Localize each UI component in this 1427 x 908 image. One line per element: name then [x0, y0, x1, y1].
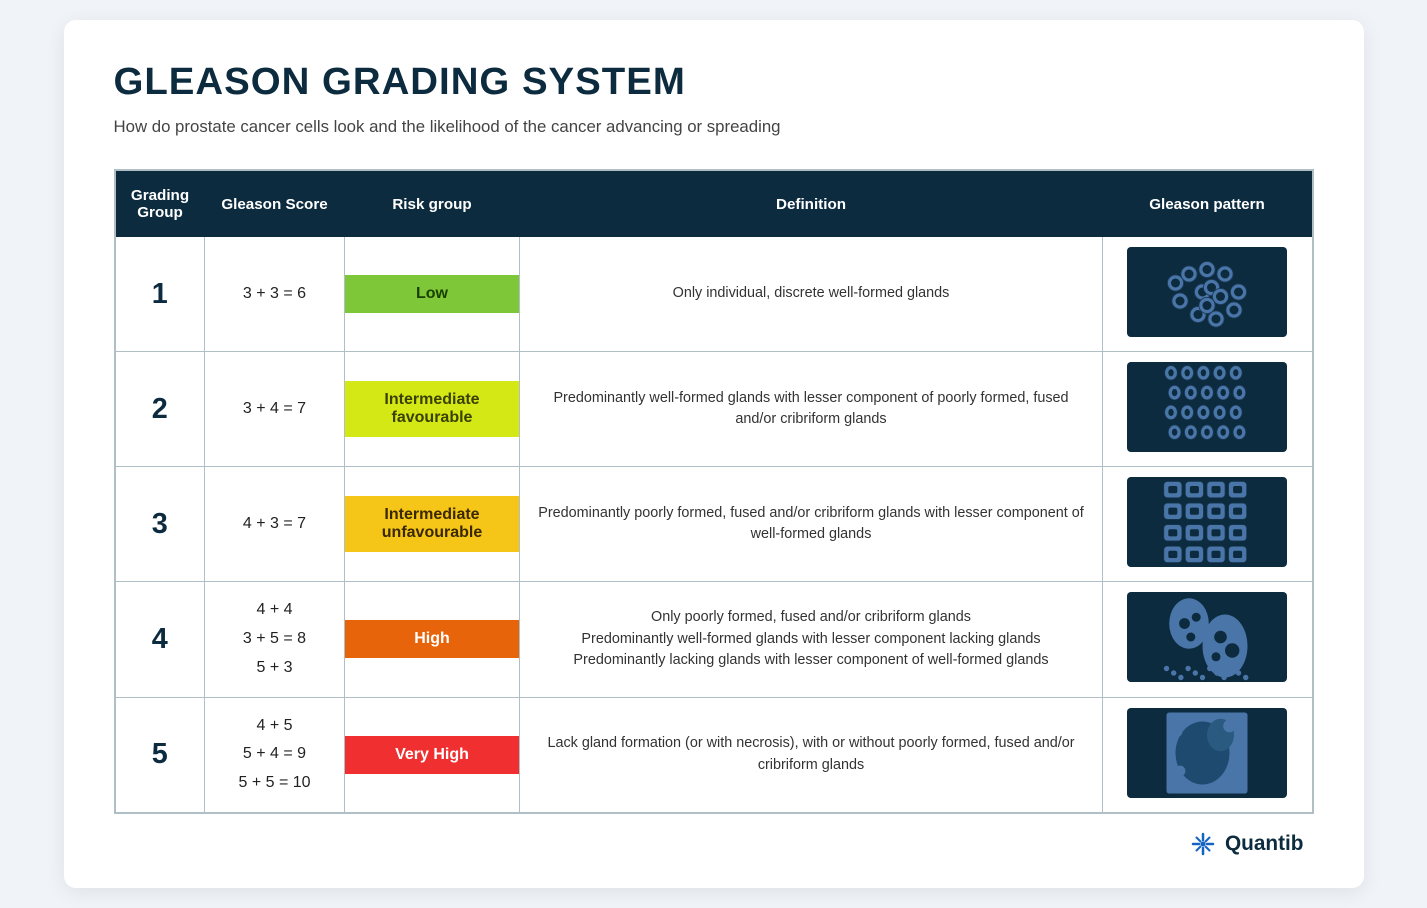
- footer: Quantib: [114, 830, 1314, 858]
- gleason-pattern: [1103, 467, 1313, 582]
- gleason-score: 3 + 4 = 7: [205, 352, 345, 467]
- definition: Lack gland formation (or with necrosis),…: [520, 697, 1103, 813]
- risk-group: Very High: [345, 697, 520, 813]
- table-row: 13 + 3 = 6LowOnly individual, discrete w…: [115, 237, 1313, 352]
- gleason-pattern: [1103, 237, 1313, 352]
- grading-group: 4: [115, 582, 205, 697]
- gleason-score: 4 + 3 = 7: [205, 467, 345, 582]
- definition: Predominantly well-formed glands with le…: [520, 352, 1103, 467]
- definition: Only individual, discrete well-formed gl…: [520, 237, 1103, 352]
- definition: Predominantly poorly formed, fused and/o…: [520, 467, 1103, 582]
- risk-group: Intermediate unfavourable: [345, 467, 520, 582]
- risk-group: Intermediate favourable: [345, 352, 520, 467]
- quantib-icon: [1189, 830, 1217, 858]
- definition: Only poorly formed, fused and/or cribrif…: [520, 582, 1103, 697]
- main-card: GLEASON GRADING SYSTEM How do prostate c…: [64, 20, 1364, 888]
- header-pattern: Gleason pattern: [1103, 170, 1313, 237]
- grading-group: 1: [115, 237, 205, 352]
- risk-group: Low: [345, 237, 520, 352]
- grading-group: 2: [115, 352, 205, 467]
- header-definition: Definition: [520, 170, 1103, 237]
- header-risk: Risk group: [345, 170, 520, 237]
- page-subtitle: How do prostate cancer cells look and th…: [114, 114, 794, 139]
- gleason-pattern: [1103, 582, 1313, 697]
- gleason-score: 4 + 43 + 5 = 85 + 3: [205, 582, 345, 697]
- grading-group: 5: [115, 697, 205, 813]
- gleason-score: 4 + 55 + 4 = 95 + 5 = 10: [205, 697, 345, 813]
- brand-name: Quantib: [1225, 832, 1304, 856]
- gleason-pattern: [1103, 352, 1313, 467]
- grading-table: Grading Group Gleason Score Risk group D…: [114, 169, 1314, 814]
- header-score: Gleason Score: [205, 170, 345, 237]
- grading-group: 3: [115, 467, 205, 582]
- brand-logo: Quantib: [1189, 830, 1304, 858]
- gleason-pattern: [1103, 697, 1313, 813]
- table-row: 44 + 43 + 5 = 85 + 3HighOnly poorly form…: [115, 582, 1313, 697]
- table-row: 54 + 55 + 4 = 95 + 5 = 10Very HighLack g…: [115, 697, 1313, 813]
- risk-group: High: [345, 582, 520, 697]
- table-row: 34 + 3 = 7Intermediate unfavourablePredo…: [115, 467, 1313, 582]
- gleason-score: 3 + 3 = 6: [205, 237, 345, 352]
- header-grading: Grading Group: [115, 170, 205, 237]
- page-title: GLEASON GRADING SYSTEM: [114, 60, 1314, 104]
- table-row: 23 + 4 = 7Intermediate favourablePredomi…: [115, 352, 1313, 467]
